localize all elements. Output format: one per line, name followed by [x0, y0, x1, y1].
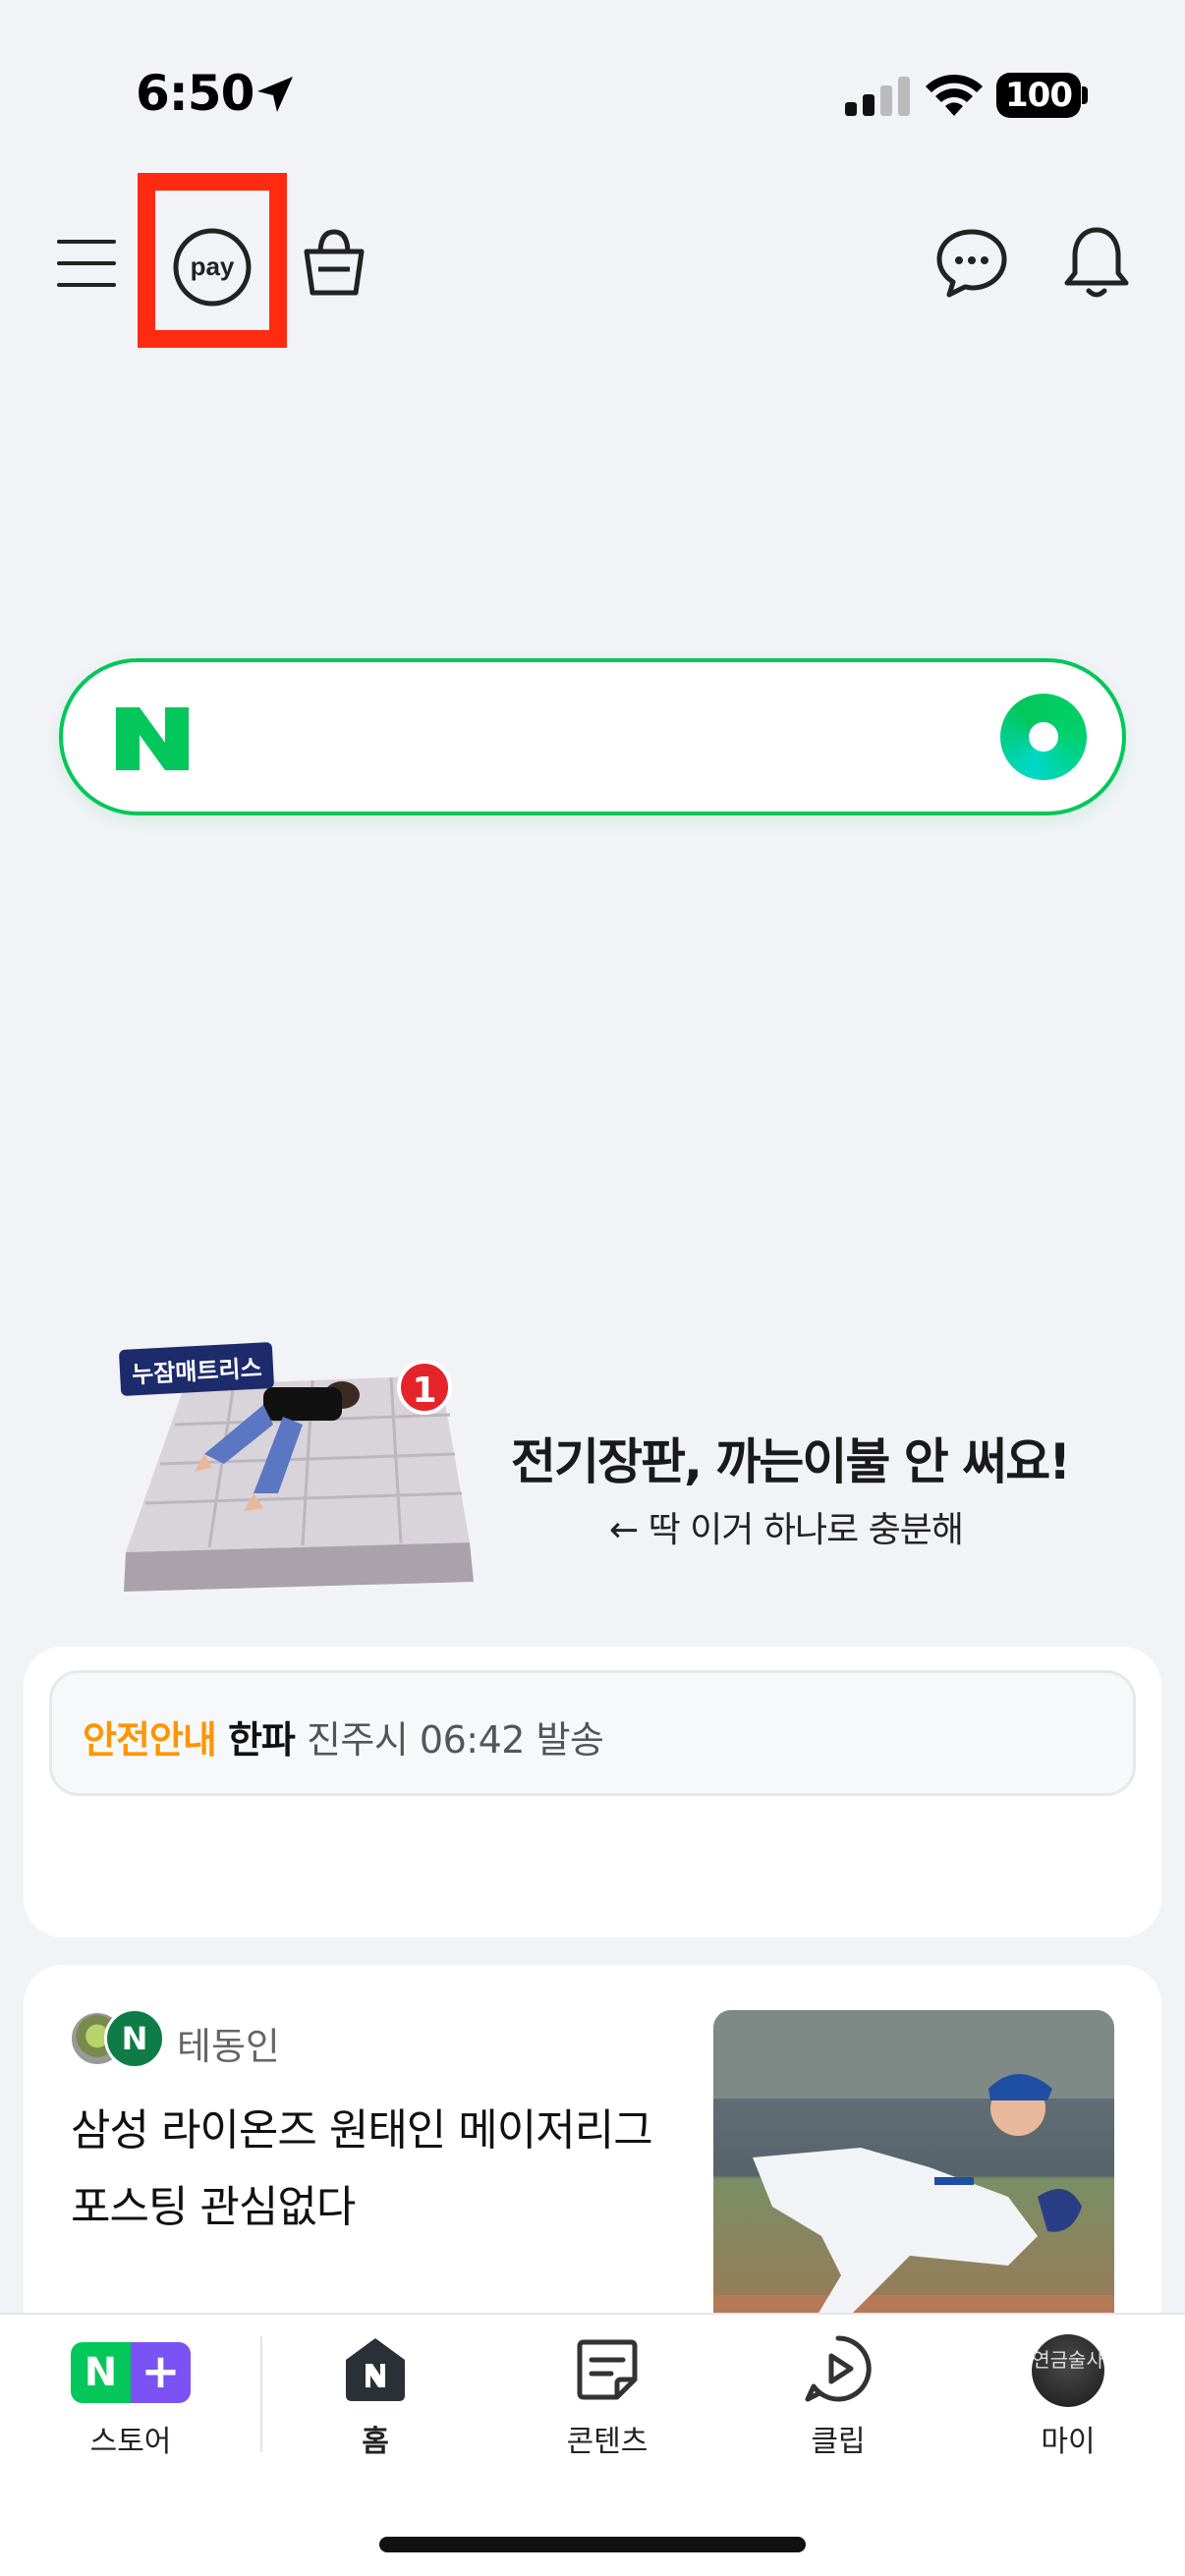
ad-brand-tag: 누잠매트리스	[118, 1341, 275, 1397]
location-arrow-icon	[257, 77, 293, 112]
battery-indicator: 100	[996, 73, 1081, 118]
safety-brand: 한파	[227, 1718, 296, 1762]
battery-tip	[1082, 86, 1088, 104]
safety-alert-text: 안전안내 한파 진주시 06:42 발송	[83, 1709, 604, 1764]
ad-headline[interactable]: 전기장판, 까는이불 안 써요!	[511, 1423, 1071, 1493]
shopping-bag-icon[interactable]	[295, 222, 373, 301]
clip-icon[interactable]	[804, 2334, 873, 2403]
chat-icon[interactable]	[935, 226, 1008, 299]
cellular-signal-icon	[845, 77, 910, 116]
search-bar[interactable]	[59, 658, 1126, 815]
pay-label: pay	[191, 252, 235, 281]
tab-clip-label[interactable]: 클립	[760, 2417, 917, 2460]
naver-n-badge-icon: N	[104, 2008, 165, 2069]
ad-subtext[interactable]: ← 딱 이거 하나로 충분해	[609, 1501, 964, 1552]
tab-my-label[interactable]: 마이	[989, 2417, 1147, 2460]
safety-tag: 안전안내	[83, 1718, 217, 1762]
safety-meta: 진주시 06:42 발송	[306, 1718, 604, 1762]
wifi-icon	[926, 74, 983, 116]
news-title[interactable]: 삼성 라이온즈 원태인 메이저리그 포스팅 관심없다	[71, 2093, 680, 2246]
tab-store-label[interactable]: 스토어	[52, 2417, 209, 2460]
pay-icon[interactable]: pay	[171, 226, 254, 308]
bell-icon[interactable]	[1061, 224, 1132, 301]
content-icon[interactable]	[574, 2336, 641, 2403]
naver-logo-icon	[116, 707, 189, 770]
tab-content-label[interactable]: 콘텐츠	[529, 2417, 686, 2460]
tab-home-label[interactable]: 홈	[297, 2417, 454, 2460]
home-indicator[interactable]	[379, 2537, 806, 2552]
store-icon[interactable]: N +	[71, 2342, 191, 2403]
home-icon[interactable]	[344, 2336, 407, 2403]
tab-divider	[260, 2336, 262, 2452]
profile-avatar[interactable]: 연금술사	[1032, 2334, 1104, 2407]
news-source[interactable]: 테동인	[177, 2016, 280, 2070]
status-time: 6:50	[136, 65, 254, 122]
ad-number-badge: 1	[397, 1360, 452, 1415]
menu-icon[interactable]	[55, 232, 118, 295]
green-dot-search-icon[interactable]	[1000, 694, 1087, 780]
